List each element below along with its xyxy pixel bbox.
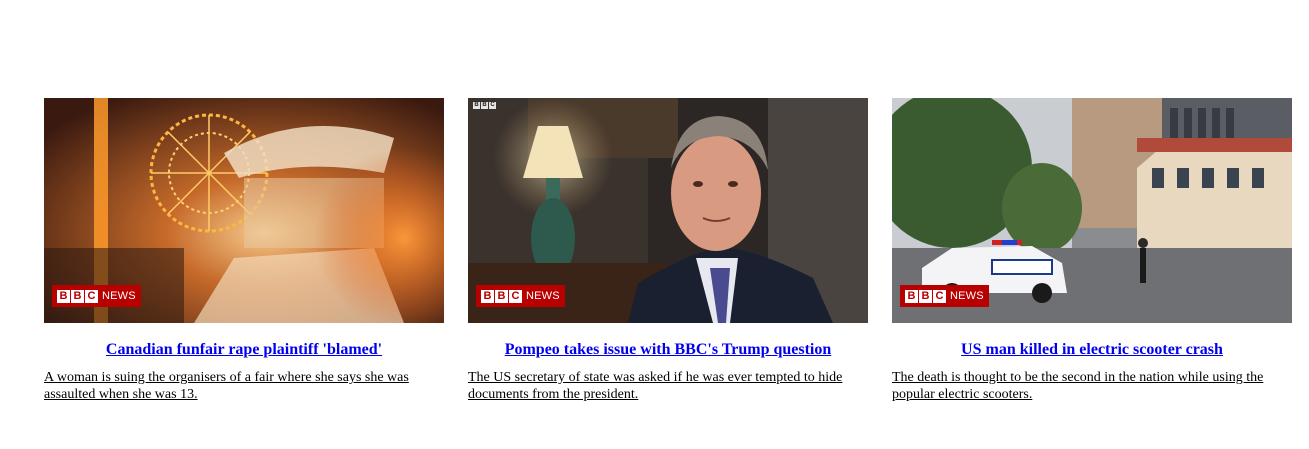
bbc-block: B	[71, 289, 84, 303]
bbc-news-badge: B B C NEWS	[900, 285, 989, 307]
bbc-block: C	[85, 289, 98, 303]
bbc-block: C	[489, 102, 496, 109]
bbc-news-badge: B B C NEWS	[476, 285, 565, 307]
article-list: B B C NEWS Canadian funfair rape plainti…	[44, 98, 1292, 403]
bbc-news-label: NEWS	[950, 290, 984, 302]
bbc-block: B	[495, 289, 508, 303]
article-summary-link[interactable]: The US secretary of state was asked if h…	[468, 369, 868, 403]
bbc-news-label: NEWS	[102, 290, 136, 302]
article-image-link[interactable]: B B C NEWS	[892, 98, 1292, 323]
bbc-block: B	[481, 102, 488, 109]
article-headline-link[interactable]: US man killed in electric scooter crash	[892, 340, 1292, 360]
bbc-block: B	[919, 289, 932, 303]
article-image-link[interactable]: B B C NEWS	[44, 98, 444, 323]
article-card: B B C NEWS Canadian funfair rape plainti…	[44, 98, 444, 403]
bbc-block: C	[933, 289, 946, 303]
article-card: B B C NEWS US man killed in electric sco…	[892, 98, 1292, 403]
bbc-news-label: NEWS	[526, 290, 560, 302]
bbc-corner-logo: B B C	[473, 102, 496, 109]
article-image-link[interactable]: B B C B B C NEWS	[468, 98, 868, 323]
bbc-block: C	[509, 289, 522, 303]
article-summary-link[interactable]: A woman is suing the organisers of a fai…	[44, 369, 444, 403]
bbc-block: B	[57, 289, 70, 303]
bbc-news-badge: B B C NEWS	[52, 285, 141, 307]
article-summary-link[interactable]: The death is thought to be the second in…	[892, 369, 1292, 403]
bbc-block: B	[473, 102, 480, 109]
article-headline-link[interactable]: Pompeo takes issue with BBC's Trump ques…	[468, 340, 868, 360]
bbc-block: B	[481, 289, 494, 303]
article-card: B B C B B C NEWS Pompeo takes issue with…	[468, 98, 868, 403]
bbc-block: B	[905, 289, 918, 303]
article-headline-link[interactable]: Canadian funfair rape plaintiff 'blamed'	[44, 340, 444, 360]
